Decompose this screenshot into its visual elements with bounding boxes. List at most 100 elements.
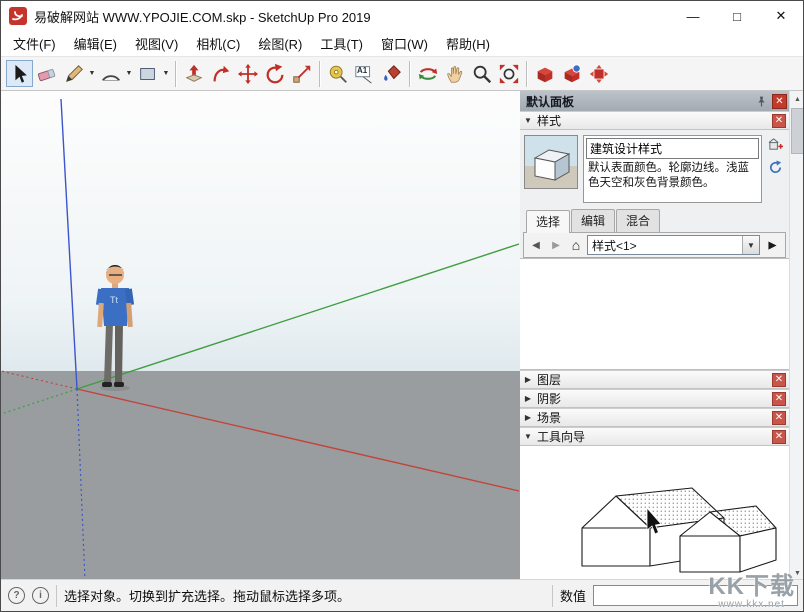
pan-tool-button[interactable] (441, 60, 468, 87)
details-button[interactable] (762, 235, 782, 255)
menu-draw[interactable]: 绘图(R) (249, 31, 311, 56)
arc-tool-dropdown[interactable]: ▼ (124, 60, 134, 87)
tray-close-button[interactable]: ✕ (772, 94, 787, 109)
scale-icon (291, 63, 313, 85)
menu-tools[interactable]: 工具(T) (311, 31, 372, 56)
collapse-arrow-icon: ▼ (523, 432, 533, 441)
eraser-icon (36, 63, 58, 85)
window-title: 易破解网站 WWW.YPOJIE.COM.skp - SketchUp Pro … (34, 7, 671, 26)
tab-select[interactable]: 选择 (526, 210, 570, 233)
measurement-input[interactable] (593, 585, 798, 606)
new-style-button[interactable] (767, 136, 784, 153)
eraser-tool-button[interactable] (33, 60, 60, 87)
style-side-buttons (767, 135, 785, 176)
extension-warehouse-button[interactable] (585, 60, 612, 87)
refresh-icon (768, 160, 783, 175)
expand-arrow-icon: ▶ (523, 375, 533, 384)
menu-file[interactable]: 文件(F) (4, 31, 65, 56)
pencil-icon (63, 63, 85, 85)
tray-header[interactable]: 默认面板 ✕ (520, 91, 789, 111)
toolbar: ▼ ▼ ▼ A1 (1, 56, 803, 91)
scroll-up-button[interactable]: ▲ (790, 91, 804, 107)
zoom-tool-button[interactable] (468, 60, 495, 87)
viewport-3d[interactable]: Tt (1, 91, 520, 581)
shadows-close-button[interactable]: ✕ (772, 392, 786, 406)
warehouse-3d-button[interactable] (558, 60, 585, 87)
styles-list[interactable] (520, 258, 789, 370)
zoom-extents-icon (498, 63, 520, 85)
main-area: Tt 默认面板 ✕ ▼ 样式 ✕ (1, 91, 804, 581)
chevron-down-icon: ▼ (742, 236, 759, 254)
menubar: 文件(F) 编辑(E) 视图(V) 相机(C) 绘图(R) 工具(T) 窗口(W… (1, 31, 803, 56)
help-icon[interactable]: ? (8, 587, 25, 604)
shapes-tool-button[interactable] (134, 60, 161, 87)
update-style-button[interactable] (767, 159, 784, 176)
text-tool-button[interactable]: A1 (351, 60, 378, 87)
move-tool-button[interactable] (234, 60, 261, 87)
styles-tabs: 选择 编辑 混合 (526, 209, 789, 232)
tray-title: 默认面板 (526, 93, 753, 110)
details-arrow-icon (766, 239, 779, 252)
scenes-close-button[interactable]: ✕ (772, 411, 786, 425)
back-button[interactable]: ◀ (527, 236, 545, 254)
rotate-tool-button[interactable] (261, 60, 288, 87)
expand-arrow-icon: ▶ (523, 413, 533, 422)
toolbar-separator (526, 61, 527, 87)
shapes-tool-dropdown[interactable]: ▼ (161, 60, 171, 87)
instructor-illustration (520, 446, 788, 581)
select-tool-button[interactable] (6, 60, 33, 87)
instructor-section-header[interactable]: ▼ 工具向导 ✕ (520, 427, 789, 446)
warehouse-cube-icon (561, 63, 583, 85)
menu-edit[interactable]: 编辑(E) (65, 31, 126, 56)
tab-edit[interactable]: 编辑 (571, 209, 615, 232)
toolbar-separator (175, 61, 176, 87)
scenes-section-header[interactable]: ▶ 场景 ✕ (520, 408, 789, 427)
menu-view[interactable]: 视图(V) (126, 31, 187, 56)
follow-me-tool-button[interactable] (207, 60, 234, 87)
menu-help[interactable]: 帮助(H) (437, 31, 499, 56)
paint-bucket-tool-button[interactable] (378, 60, 405, 87)
menu-camera[interactable]: 相机(C) (187, 31, 249, 56)
text-tool-label: A1 (357, 66, 367, 75)
instructor-close-button[interactable]: ✕ (772, 430, 786, 444)
layers-close-button[interactable]: ✕ (772, 373, 786, 387)
style-name-field[interactable]: 建筑设计样式 (586, 138, 759, 159)
shadows-section-header[interactable]: ▶ 阴影 ✕ (520, 389, 789, 408)
close-button[interactable]: ✕ (759, 1, 803, 31)
ground-plane (1, 371, 520, 581)
style-collection-value: 样式<1> (588, 237, 742, 254)
status-hint: 选择对象。切换到扩充选择。拖动鼠标选择多项。 (64, 586, 545, 605)
menu-window[interactable]: 窗口(W) (372, 31, 437, 56)
scale-tool-button[interactable] (288, 60, 315, 87)
arc-tool-button[interactable] (97, 60, 124, 87)
forward-button[interactable]: ▶ (547, 236, 565, 254)
styles-nav-row: ◀ ▶ ⌂ 样式<1> ▼ (523, 232, 786, 258)
push-pull-tool-button[interactable] (180, 60, 207, 87)
collapse-arrow-icon: ▼ (523, 116, 533, 125)
component-button[interactable] (531, 60, 558, 87)
in-model-button[interactable]: ⌂ (567, 236, 585, 254)
arc-icon (100, 63, 122, 85)
tab-mix[interactable]: 混合 (616, 209, 660, 232)
pin-button[interactable] (753, 93, 769, 109)
tape-measure-tool-button[interactable] (324, 60, 351, 87)
info-icon[interactable]: i (32, 587, 49, 604)
maximize-button[interactable]: □ (715, 1, 759, 31)
layers-section-header[interactable]: ▶ 图层 ✕ (520, 370, 789, 389)
panel-scrollbar[interactable]: ▲ ▼ (789, 91, 804, 581)
styles-close-button[interactable]: ✕ (772, 114, 786, 128)
style-description: 默认表面颜色。轮廓边线。浅蓝色天空和灰色背景颜色。 (586, 161, 759, 191)
component-cube-icon (534, 63, 556, 85)
orbit-tool-button[interactable] (414, 60, 441, 87)
line-tool-dropdown[interactable]: ▼ (87, 60, 97, 87)
style-collection-dropdown[interactable]: 样式<1> ▼ (587, 235, 760, 255)
style-thumbnail[interactable] (524, 135, 578, 189)
line-tool-button[interactable] (60, 60, 87, 87)
styles-section-title: 样式 (537, 112, 768, 129)
minimize-button[interactable]: — (671, 1, 715, 31)
paint-bucket-icon (381, 63, 403, 85)
scrollbar-thumb[interactable] (791, 108, 804, 154)
zoom-extents-tool-button[interactable] (495, 60, 522, 87)
styles-section-header[interactable]: ▼ 样式 ✕ (520, 111, 789, 130)
statusbar: ? i 选择对象。切换到扩充选择。拖动鼠标选择多项。 数值 (1, 579, 804, 611)
